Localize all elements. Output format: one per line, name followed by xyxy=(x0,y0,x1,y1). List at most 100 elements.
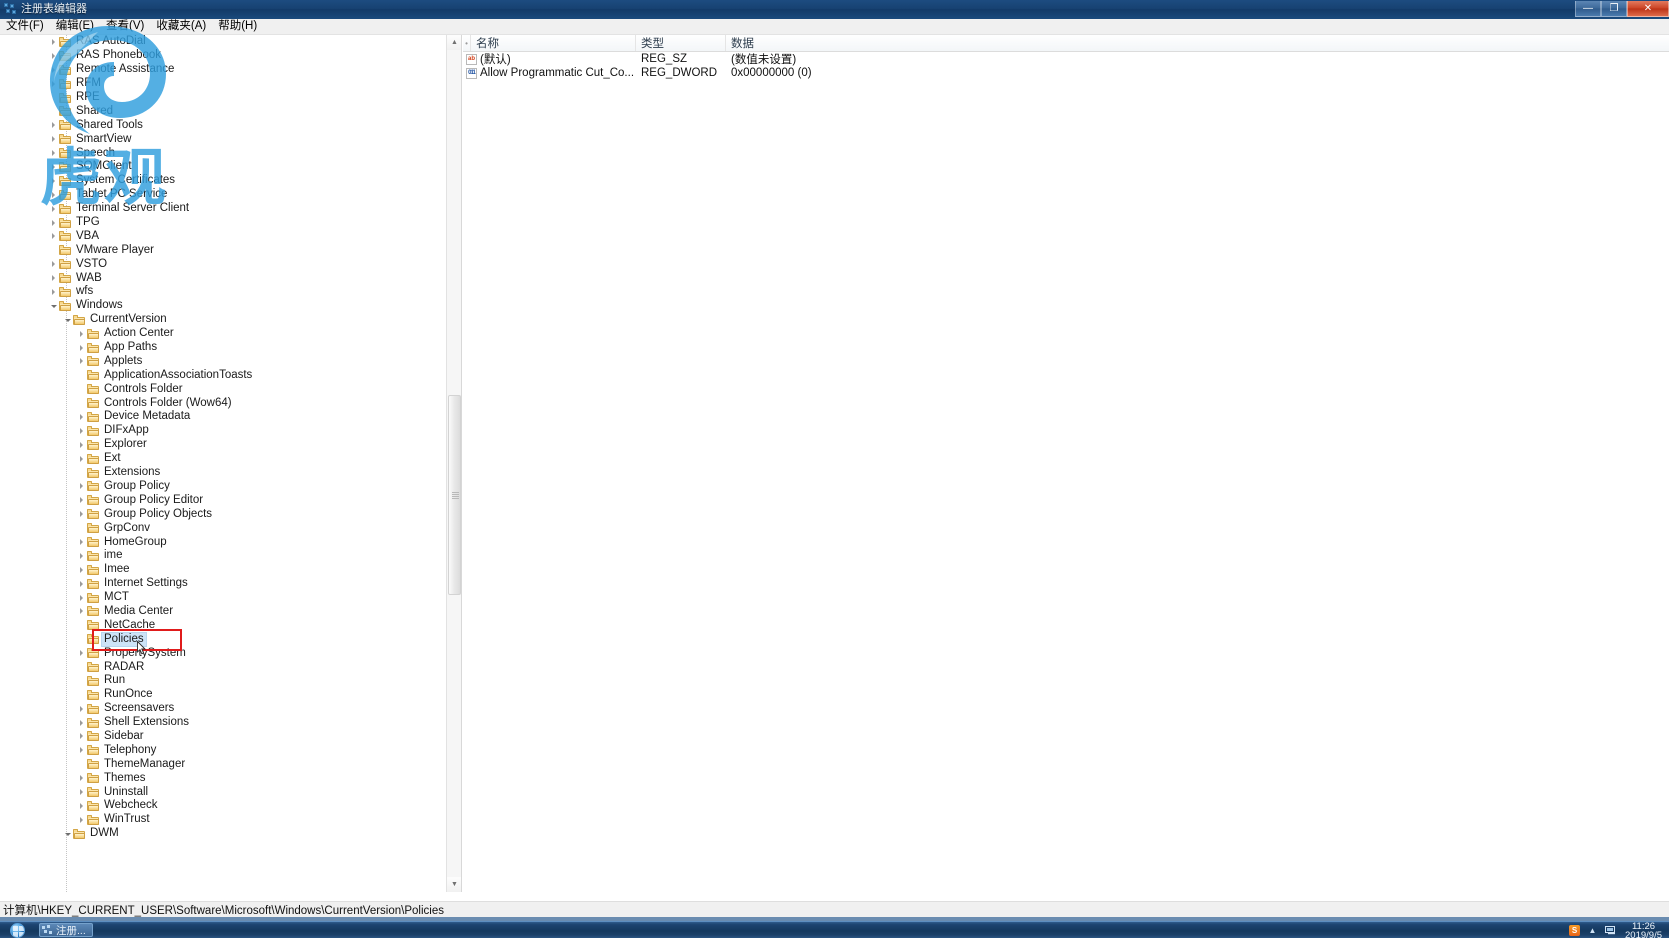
chevron-right-icon[interactable] xyxy=(76,356,87,367)
chevron-right-icon[interactable] xyxy=(48,36,59,47)
tree-node[interactable]: Explorer xyxy=(0,438,447,452)
column-grip-icon[interactable]: • xyxy=(463,35,471,51)
tree-node[interactable]: Themes xyxy=(0,771,447,785)
tree-node[interactable]: VBA xyxy=(0,229,447,243)
close-button[interactable]: ✕ xyxy=(1627,1,1669,17)
chevron-right-icon[interactable] xyxy=(76,745,87,756)
registry-tree-pane[interactable]: RAS AutoDial RAS Phonebook Remote Assistan… xyxy=(0,35,462,892)
scroll-thumb[interactable] xyxy=(448,395,461,595)
menu-help[interactable]: 帮助(H) xyxy=(212,19,263,34)
taskbar-clock[interactable]: 11:26 2019/9/5 xyxy=(1623,921,1665,938)
tree-node[interactable]: Terminal Server Client xyxy=(0,202,447,216)
chevron-right-icon[interactable] xyxy=(48,50,59,61)
sogou-input-icon[interactable]: S xyxy=(1569,925,1581,936)
chevron-right-icon[interactable] xyxy=(48,161,59,172)
chevron-right-icon[interactable] xyxy=(48,231,59,242)
restore-button[interactable]: ❐ xyxy=(1601,1,1627,17)
column-name[interactable]: 名称 xyxy=(471,35,636,51)
taskbar-button-regedit[interactable]: 注册... xyxy=(39,923,93,937)
chevron-right-icon[interactable] xyxy=(76,550,87,561)
chevron-down-icon[interactable] xyxy=(48,300,59,311)
tree-node[interactable]: Shell Extensions xyxy=(0,716,447,730)
chevron-right-icon[interactable] xyxy=(48,175,59,186)
menu-favorites[interactable]: 收藏夹(A) xyxy=(150,19,212,34)
tree-node[interactable]: RAS Phonebook xyxy=(0,49,447,63)
tree-node[interactable]: TPG xyxy=(0,216,447,230)
network-icon[interactable] xyxy=(1605,925,1616,936)
tree-node[interactable]: Ext xyxy=(0,452,447,466)
chevron-right-icon[interactable] xyxy=(76,328,87,339)
value-row[interactable]: 011 Allow Programmatic Cut_Co... REG_DWORD… xyxy=(463,66,1669,80)
tree-node[interactable]: Imee xyxy=(0,563,447,577)
tree-node[interactable]: Controls Folder xyxy=(0,382,447,396)
registry-tree[interactable]: RAS AutoDial RAS Phonebook Remote Assistan… xyxy=(0,35,447,841)
tree-node[interactable]: RADAR xyxy=(0,660,447,674)
tree-vertical-scrollbar[interactable]: ▲ ▼ xyxy=(446,35,461,892)
chevron-right-icon[interactable] xyxy=(76,564,87,575)
chevron-right-icon[interactable] xyxy=(76,342,87,353)
tree-node[interactable]: Policies xyxy=(0,631,447,647)
tree-node[interactable]: Windows xyxy=(0,299,447,313)
tree-node[interactable]: RFM xyxy=(0,77,447,91)
menu-view[interactable]: 查看(V) xyxy=(100,19,150,34)
tree-node[interactable]: RPE xyxy=(0,91,447,105)
chevron-right-icon[interactable] xyxy=(76,495,87,506)
tree-node[interactable]: Sidebar xyxy=(0,730,447,744)
chevron-right-icon[interactable] xyxy=(76,411,87,422)
tree-node[interactable]: SmartView xyxy=(0,132,447,146)
tree-node[interactable]: Speech xyxy=(0,146,447,160)
chevron-right-icon[interactable] xyxy=(48,259,59,270)
scroll-up-icon[interactable]: ▲ xyxy=(447,35,461,50)
chevron-right-icon[interactable] xyxy=(76,731,87,742)
tree-node[interactable]: Webcheck xyxy=(0,799,447,813)
chevron-right-icon[interactable] xyxy=(48,286,59,297)
menu-edit[interactable]: 编辑(E) xyxy=(50,19,100,34)
chevron-down-icon[interactable] xyxy=(62,828,73,839)
tree-node[interactable]: Group Policy xyxy=(0,480,447,494)
tree-node[interactable]: Applets xyxy=(0,354,447,368)
chevron-right-icon[interactable] xyxy=(76,537,87,548)
tree-node[interactable]: Uninstall xyxy=(0,785,447,799)
values-list[interactable]: ab (默认) REG_SZ (数值未设置) 011 Allow Programmatic… xyxy=(463,52,1669,80)
tree-node[interactable]: Remote Assistance xyxy=(0,63,447,77)
column-type[interactable]: 类型 xyxy=(636,35,726,51)
chevron-right-icon[interactable] xyxy=(76,800,87,811)
tree-node[interactable]: Device Metadata xyxy=(0,410,447,424)
tree-node[interactable]: Run xyxy=(0,674,447,688)
chevron-right-icon[interactable] xyxy=(48,120,59,131)
chevron-right-icon[interactable] xyxy=(76,814,87,825)
tree-node[interactable]: Shared xyxy=(0,104,447,118)
tree-node[interactable]: DWM xyxy=(0,827,447,841)
value-row[interactable]: ab (默认) REG_SZ (数值未设置) xyxy=(463,52,1669,66)
chevron-right-icon[interactable] xyxy=(76,787,87,798)
tree-node[interactable]: App Paths xyxy=(0,341,447,355)
tree-node[interactable]: RunOnce xyxy=(0,688,447,702)
chevron-right-icon[interactable] xyxy=(76,439,87,450)
tree-node[interactable]: Group Policy Editor xyxy=(0,493,447,507)
tree-node[interactable]: WAB xyxy=(0,271,447,285)
tree-node[interactable]: Controls Folder (Wow64) xyxy=(0,396,447,410)
tree-node[interactable]: MCT xyxy=(0,591,447,605)
tree-node[interactable]: Screensavers xyxy=(0,702,447,716)
chevron-right-icon[interactable] xyxy=(76,773,87,784)
chevron-right-icon[interactable] xyxy=(76,481,87,492)
chevron-right-icon[interactable] xyxy=(76,648,87,659)
tree-node[interactable]: wfs xyxy=(0,285,447,299)
chevron-right-icon[interactable] xyxy=(48,189,59,200)
column-data[interactable]: 数据 xyxy=(726,35,1669,51)
tree-node[interactable]: ThemeManager xyxy=(0,757,447,771)
chevron-right-icon[interactable] xyxy=(48,64,59,75)
tree-node[interactable]: Media Center xyxy=(0,605,447,619)
chevron-right-icon[interactable] xyxy=(76,606,87,617)
chevron-right-icon[interactable] xyxy=(48,203,59,214)
chevron-right-icon[interactable] xyxy=(76,425,87,436)
tree-node[interactable]: SQMClient xyxy=(0,160,447,174)
chevron-right-icon[interactable] xyxy=(48,273,59,284)
tree-node[interactable]: NetCache xyxy=(0,618,447,632)
tree-node[interactable]: VSTO xyxy=(0,257,447,271)
tree-node[interactable]: ApplicationAssociationToasts xyxy=(0,368,447,382)
tree-node[interactable]: Action Center xyxy=(0,327,447,341)
minimize-button[interactable]: — xyxy=(1575,1,1601,17)
tree-node[interactable]: Internet Settings xyxy=(0,577,447,591)
tree-node[interactable]: ime xyxy=(0,549,447,563)
